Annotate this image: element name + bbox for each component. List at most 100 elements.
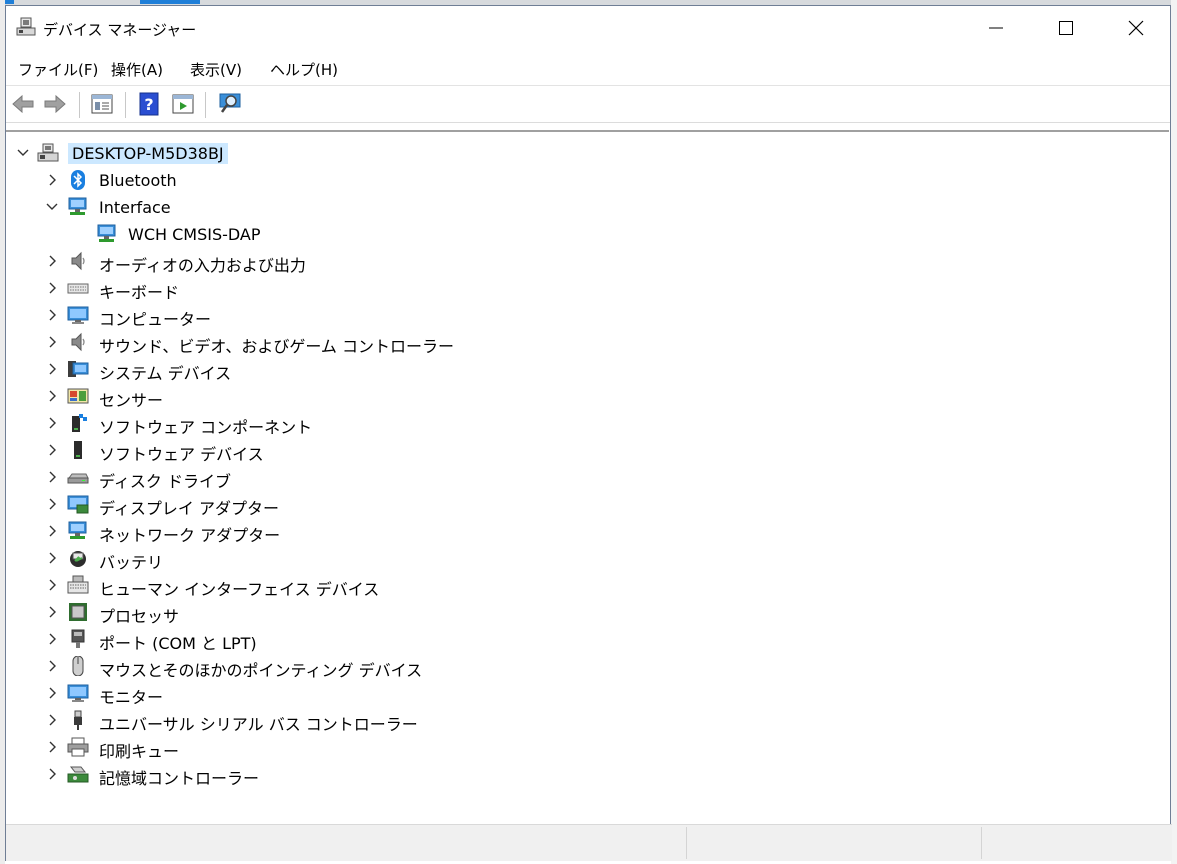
menu-action[interactable]: 操作(A)	[109, 59, 165, 80]
tree-item-label: Bluetooth	[99, 171, 177, 190]
chevron-right-icon[interactable]	[45, 254, 59, 268]
tree-root[interactable]: DESKTOP-M5D38BJ	[6, 140, 606, 166]
chevron-right-icon[interactable]	[45, 443, 59, 457]
chevron-right-icon[interactable]	[45, 524, 59, 538]
menu-view[interactable]: 表示(V)	[188, 59, 244, 80]
tree-category[interactable]: サウンド、ビデオ、およびゲーム コントローラー	[35, 329, 635, 356]
tree-category[interactable]: システム デバイス	[35, 356, 635, 383]
tree-category[interactable]: ヒューマン インターフェイス デバイス	[35, 572, 635, 599]
status-bar	[6, 824, 1172, 861]
chevron-right-icon[interactable]	[45, 740, 59, 754]
tree-category[interactable]: バッテリ	[35, 545, 635, 572]
tree-category[interactable]: モニター	[35, 680, 635, 707]
chevron-right-icon[interactable]	[45, 686, 59, 700]
network-icon	[96, 224, 118, 244]
tree-category[interactable]: Interface	[35, 194, 635, 220]
chevron-down-icon[interactable]	[16, 146, 30, 160]
device-tree[interactable]: DESKTOP-M5D38BJ Bluetooth Interface WCH CM…	[6, 130, 1169, 824]
status-pane	[981, 827, 1172, 859]
port-icon	[67, 629, 89, 649]
menu-help[interactable]: ヘルプ(H)	[268, 59, 340, 80]
tree-item-label: プロセッサ	[99, 607, 180, 626]
device-manager-icon	[16, 17, 36, 37]
tree-item-label: モニター	[99, 688, 164, 707]
storage-controller-icon	[67, 764, 89, 784]
tree-category[interactable]: ディスプレイ アダプター	[35, 491, 635, 518]
close-button[interactable]	[1101, 6, 1171, 50]
chevron-right-icon[interactable]	[45, 497, 59, 511]
chevron-right-icon[interactable]	[45, 713, 59, 727]
tree-category[interactable]: センサー	[35, 383, 635, 410]
forward-arrow-icon	[44, 94, 66, 114]
chevron-right-icon[interactable]	[45, 578, 59, 592]
scan-hardware-icon	[219, 93, 241, 113]
tree-category[interactable]: ディスク ドライブ	[35, 464, 635, 491]
tree-item-label: 記憶域コントローラー	[99, 769, 260, 788]
tree-root-label: DESKTOP-M5D38BJ	[68, 143, 228, 164]
chevron-right-icon[interactable]	[45, 308, 59, 322]
tree-item-label: ソフトウェア コンポーネント	[99, 418, 313, 437]
tree-category[interactable]: ポート (COM と LPT)	[35, 626, 635, 653]
chevron-right-icon[interactable]	[45, 605, 59, 619]
chevron-right-icon[interactable]	[45, 389, 59, 403]
tree-item-label: キーボード	[99, 283, 180, 302]
back-arrow-icon	[12, 94, 34, 114]
tree-item-label: センサー	[99, 391, 164, 410]
chevron-right-icon[interactable]	[45, 632, 59, 646]
tree-child-item[interactable]: WCH CMSIS-DAP	[64, 221, 664, 247]
update-driver-icon	[172, 94, 194, 114]
minimize-button[interactable]	[961, 6, 1031, 50]
scan-hardware-button[interactable]	[217, 92, 243, 116]
chevron-right-icon[interactable]	[45, 659, 59, 673]
chevron-right-icon[interactable]	[45, 551, 59, 565]
tree-category[interactable]: ソフトウェア コンポーネント	[35, 410, 635, 437]
chevron-right-icon[interactable]	[45, 173, 59, 187]
speaker-icon	[67, 251, 89, 271]
help-button[interactable]: ?	[136, 92, 162, 116]
chevron-right-icon[interactable]	[45, 767, 59, 781]
window-title: デバイス マネージャー	[43, 21, 197, 39]
tree-category[interactable]: ソフトウェア デバイス	[35, 437, 635, 464]
battery-icon	[67, 548, 89, 568]
properties-button[interactable]	[89, 92, 115, 116]
tree-category[interactable]: ユニバーサル シリアル バス コントローラー	[35, 707, 635, 734]
tree-item-label: マウスとそのほかのポインティング デバイス	[99, 661, 423, 680]
monitor-icon	[67, 305, 89, 325]
update-driver-button[interactable]	[170, 92, 196, 116]
properties-icon	[91, 94, 113, 114]
tree-category[interactable]: コンピューター	[35, 302, 635, 329]
menu-file[interactable]: ファイル(F)	[16, 59, 100, 80]
system-device-icon	[67, 359, 89, 379]
chevron-right-icon[interactable]	[45, 470, 59, 484]
close-icon	[1128, 20, 1144, 36]
tree-category[interactable]: マウスとそのほかのポインティング デバイス	[35, 653, 635, 680]
tree-category[interactable]: キーボード	[35, 275, 635, 302]
chevron-right-icon[interactable]	[45, 335, 59, 349]
hid-icon	[67, 575, 89, 595]
title-bar[interactable]: デバイス マネージャー	[6, 6, 1170, 50]
tree-item-label: ユニバーサル シリアル バス コントローラー	[99, 715, 418, 734]
tree-category[interactable]: Bluetooth	[35, 167, 635, 193]
desktop-background-right	[1171, 0, 1177, 864]
chevron-right-icon[interactable]	[45, 416, 59, 430]
tree-category[interactable]: プロセッサ	[35, 599, 635, 626]
toolbar: ?	[6, 86, 1170, 123]
back-button[interactable]	[10, 92, 36, 116]
display-adapter-icon	[67, 494, 89, 514]
toolbar-separator	[205, 92, 206, 118]
chevron-down-icon[interactable]	[45, 200, 59, 214]
tree-item-label: 印刷キュー	[99, 742, 180, 761]
tree-item-label: オーディオの入力および出力	[99, 256, 306, 275]
chevron-right-icon[interactable]	[45, 362, 59, 376]
tree-category[interactable]: オーディオの入力および出力	[35, 248, 635, 275]
tree-category[interactable]: 記憶域コントローラー	[35, 761, 635, 788]
forward-button[interactable]	[42, 92, 68, 116]
tree-category[interactable]: ネットワーク アダプター	[35, 518, 635, 545]
monitor-icon	[67, 683, 89, 703]
tree-category[interactable]: 印刷キュー	[35, 734, 635, 761]
chevron-right-icon[interactable]	[45, 281, 59, 295]
sensor-icon	[67, 386, 89, 406]
maximize-button[interactable]	[1031, 6, 1101, 50]
tree-item-label: ヒューマン インターフェイス デバイス	[99, 580, 380, 599]
maximize-icon	[1059, 21, 1073, 35]
